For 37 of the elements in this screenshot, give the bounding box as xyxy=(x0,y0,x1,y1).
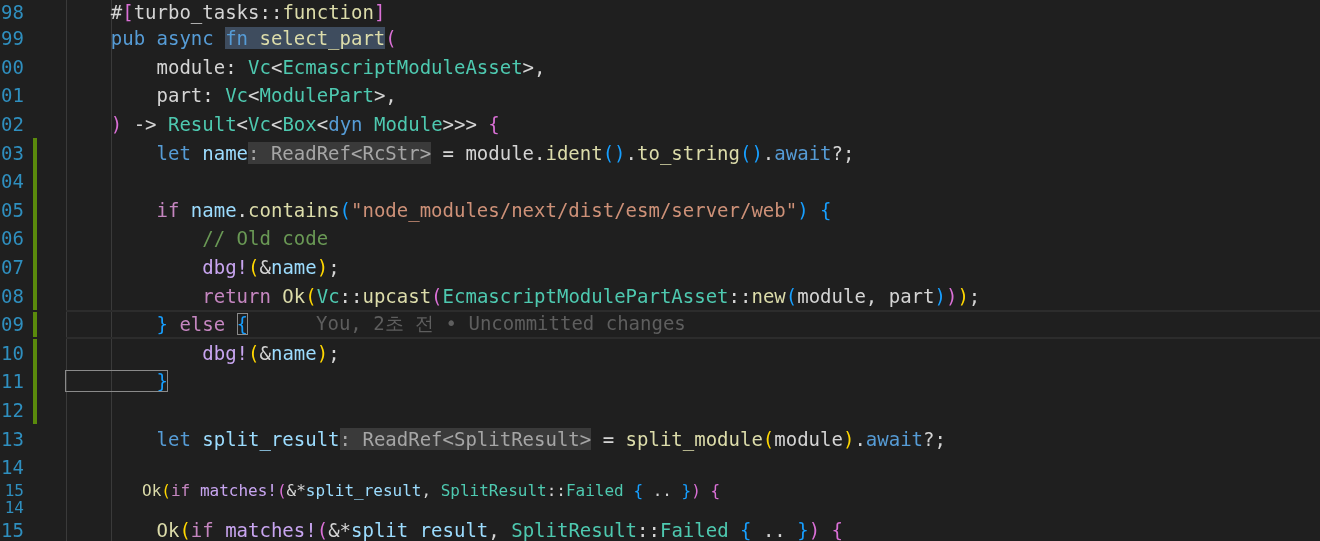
code-line: ) -> Result<Vc<Box<dyn Module>>> { xyxy=(109,113,500,136)
line-number: 07 xyxy=(0,255,24,281)
line-number: 13 xyxy=(0,426,24,452)
line-number: 03 xyxy=(0,140,24,166)
code-line: } xyxy=(65,370,168,393)
code-line: Ok(if matches!(&*split_result, SplitResult::Failed { .. }) { xyxy=(155,518,844,541)
line-number: 12 xyxy=(0,398,24,423)
line-number: 09 xyxy=(0,312,24,337)
line-number: 01 xyxy=(0,83,24,109)
code-line: module: Vc<EcmascriptModuleAsset>, xyxy=(155,55,546,78)
code-line: let split_result: ReadRef<SplitResult> = split_module(module).await?; xyxy=(155,427,946,450)
code-line: let name: ReadRef<RcStr> = module.ident().to_string().await?; xyxy=(155,141,855,164)
line-number: 15 xyxy=(3,481,24,499)
line-number: 10 xyxy=(0,340,24,366)
line-number: 15 xyxy=(0,517,24,541)
code-line: dbg!(&name); xyxy=(201,341,340,364)
code-line: if name.contains("node_modules/next/dist/esm/server/web") { xyxy=(155,198,832,221)
line-number: 11 xyxy=(0,369,24,395)
code-line: #[turbo_tasks::function] xyxy=(109,1,386,23)
line-number: 14 xyxy=(3,498,24,516)
git-blame-annotation: You, 2초 전 • Uncommitted changes xyxy=(316,311,686,337)
code-line: part: Vc<ModulePart>, xyxy=(155,84,397,107)
line-number: 00 xyxy=(0,54,24,80)
line-number: 02 xyxy=(0,112,24,138)
line-number: 06 xyxy=(0,226,24,252)
code-line: Ok(if matches!(&*split_result, SplitResult::Failed { .. }) { xyxy=(141,480,721,500)
line-number: 99 xyxy=(0,26,24,52)
code-line: return Ok(Vc::upcast(EcmascriptModulePartAsset::new(module, part))); xyxy=(201,284,981,307)
code-line: pub async fn select_part( xyxy=(109,27,397,50)
code-line: dbg!(&name); xyxy=(201,256,340,279)
line-number: 14 xyxy=(0,455,24,481)
line-number: 04 xyxy=(0,169,24,195)
line-number: 08 xyxy=(0,283,24,309)
line-number: 05 xyxy=(0,197,24,223)
line-number: 98 xyxy=(0,0,24,24)
code-line: // Old code xyxy=(201,227,329,250)
code-line: } else { xyxy=(155,313,249,336)
